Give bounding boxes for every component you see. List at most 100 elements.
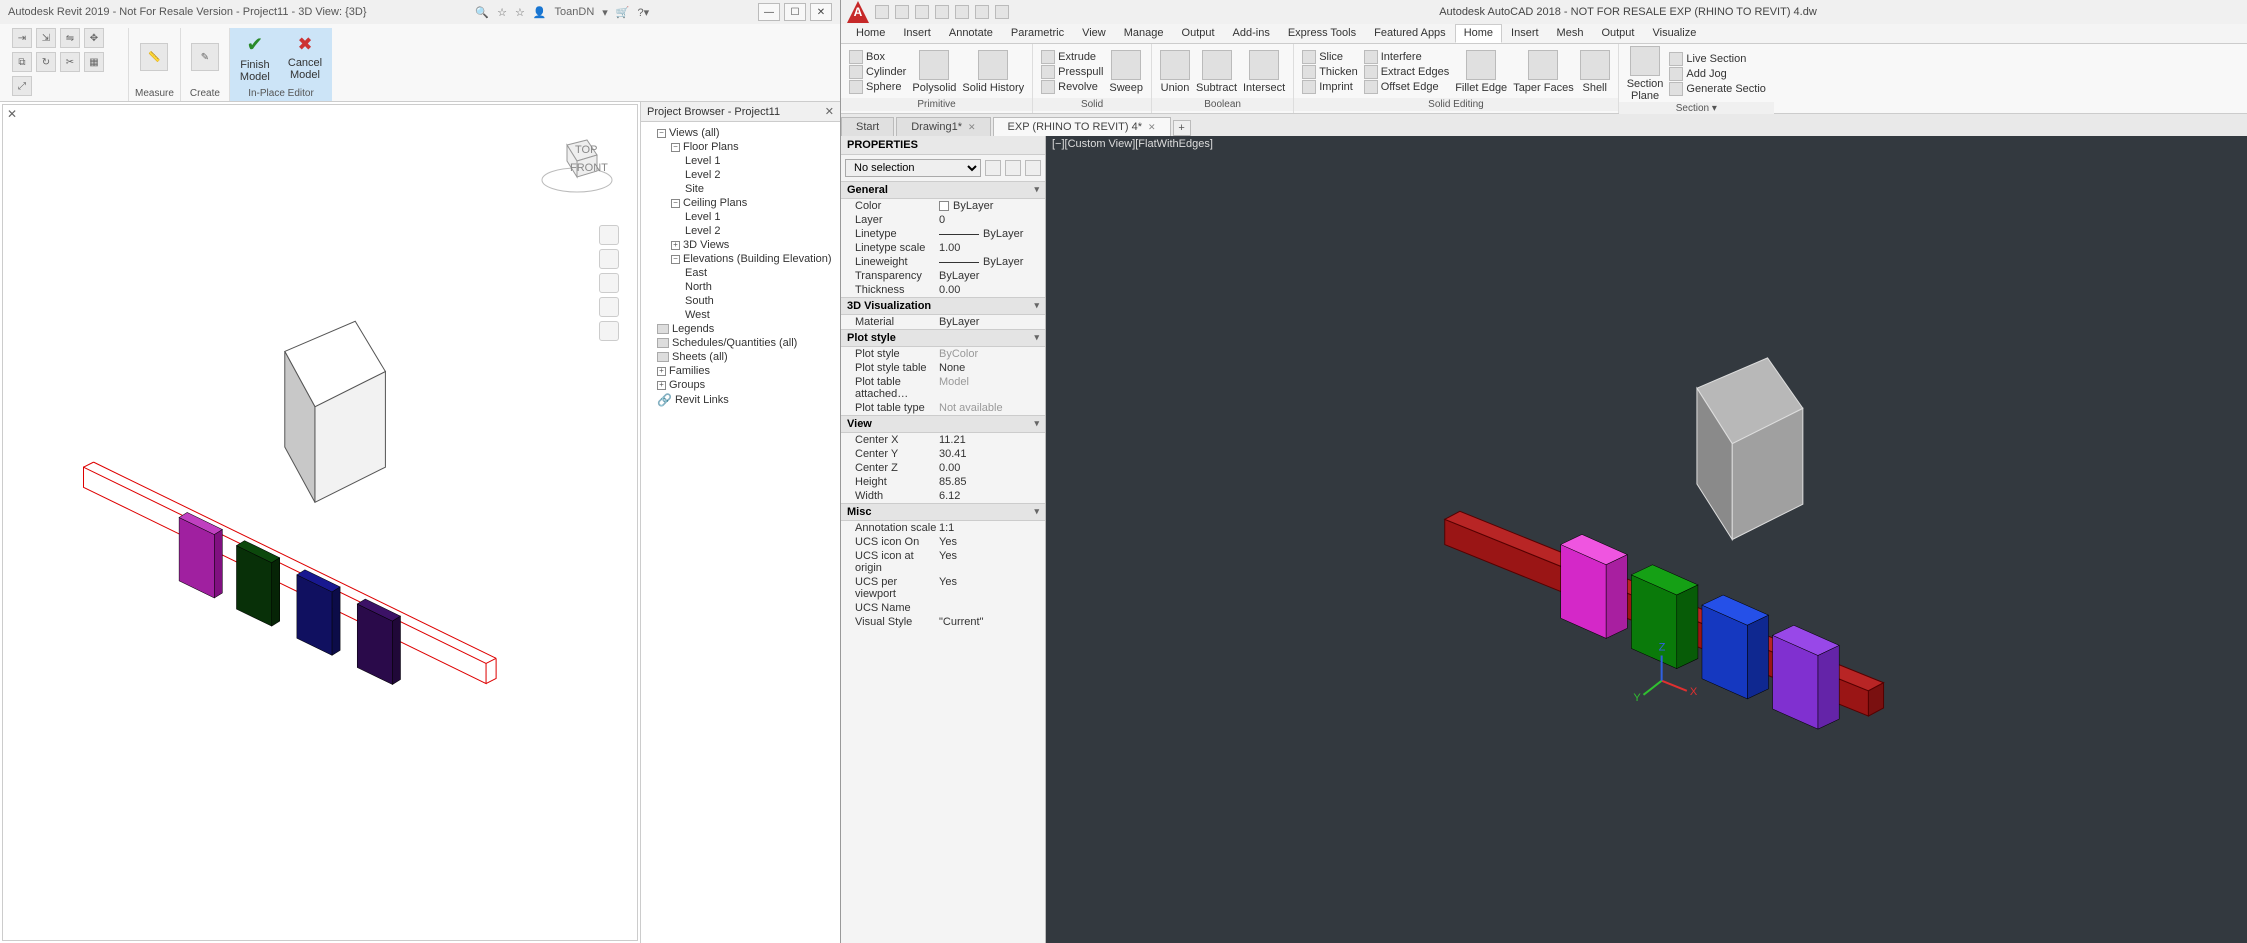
box-button[interactable]: Box: [849, 50, 906, 64]
autocad-viewport[interactable]: [−][Custom View][FlatWithEdges]: [1046, 136, 2247, 943]
align-icon[interactable]: ⇥: [12, 28, 32, 48]
imprint-button[interactable]: Imprint: [1302, 80, 1358, 94]
property-category[interactable]: View▾: [841, 415, 1045, 433]
property-row[interactable]: TransparencyByLayer: [841, 269, 1045, 283]
minimize-button[interactable]: —: [758, 3, 780, 21]
star-icon[interactable]: ☆: [515, 6, 525, 19]
nav-bar[interactable]: [599, 225, 619, 341]
ribbon-tab[interactable]: Insert: [894, 24, 940, 43]
property-row[interactable]: Center X11.21: [841, 433, 1045, 447]
slice-button[interactable]: Slice: [1302, 50, 1358, 64]
property-row[interactable]: Thickness0.00: [841, 283, 1045, 297]
property-row[interactable]: Center Y30.41: [841, 447, 1045, 461]
open-icon[interactable]: [895, 5, 909, 19]
extrude-button[interactable]: Extrude: [1041, 50, 1103, 64]
sectionplane-button[interactable]: Section Plane: [1627, 46, 1664, 102]
taperfaces-button[interactable]: Taper Faces: [1513, 50, 1574, 94]
rotate-icon[interactable]: ↻: [36, 52, 56, 72]
interfere-button[interactable]: Interfere: [1364, 50, 1449, 64]
cylinder-button[interactable]: Cylinder: [849, 65, 906, 79]
redo-icon[interactable]: [995, 5, 1009, 19]
autocad-logo[interactable]: A: [847, 1, 869, 23]
selectobjects-icon[interactable]: [1025, 160, 1041, 176]
livesection-button[interactable]: Live Section: [1669, 52, 1766, 66]
property-row[interactable]: Linetype scale1.00: [841, 241, 1045, 255]
user-icon[interactable]: 👤: [533, 6, 547, 19]
ribbon-tab[interactable]: Manage: [1115, 24, 1173, 43]
property-row[interactable]: Plot table attached…Model: [841, 375, 1045, 401]
ribbon-tab[interactable]: Featured Apps: [1365, 24, 1455, 43]
trim-icon[interactable]: ✂: [60, 52, 80, 72]
close-icon[interactable]: ✕: [968, 122, 976, 133]
tree-item[interactable]: West: [685, 308, 838, 322]
generatesection-button[interactable]: Generate Sectio: [1669, 82, 1766, 96]
property-row[interactable]: Layer0: [841, 213, 1045, 227]
add-tab-button[interactable]: +: [1173, 120, 1191, 136]
tree-item[interactable]: Level 1: [685, 210, 838, 224]
ribbon-tab[interactable]: Mesh: [1548, 24, 1593, 43]
ribbon-tab[interactable]: Home: [1455, 24, 1502, 43]
property-row[interactable]: Plot styleByColor: [841, 347, 1045, 361]
tree-item[interactable]: Level 2: [685, 168, 838, 182]
revolve-button[interactable]: Revolve: [1041, 80, 1103, 94]
expand-icon[interactable]: +: [657, 367, 666, 376]
revit-3d-viewport[interactable]: ✕: [2, 104, 638, 941]
maximize-button[interactable]: ☐: [784, 3, 806, 21]
presspull-button[interactable]: Presspull: [1041, 65, 1103, 79]
undo-icon[interactable]: [975, 5, 989, 19]
intersect-button[interactable]: Intersect: [1243, 50, 1285, 94]
ribbon-tab[interactable]: Output: [1592, 24, 1643, 43]
move-icon[interactable]: ✥: [84, 28, 104, 48]
tree-item[interactable]: Site: [685, 182, 838, 196]
filetab-start[interactable]: Start: [841, 117, 894, 136]
ribbon-tab[interactable]: Insert: [1502, 24, 1548, 43]
tree-item[interactable]: Level 2: [685, 224, 838, 238]
expand-icon[interactable]: +: [671, 241, 680, 250]
collapse-icon[interactable]: −: [671, 143, 680, 152]
search-icon[interactable]: 🔍: [475, 6, 489, 19]
property-row[interactable]: UCS Name: [841, 601, 1045, 615]
mirror-icon[interactable]: ⇋: [60, 28, 80, 48]
subtract-button[interactable]: Subtract: [1196, 50, 1237, 94]
pickadd-icon[interactable]: [1005, 160, 1021, 176]
selection-dropdown[interactable]: No selection: [845, 159, 981, 177]
array-icon[interactable]: ▦: [84, 52, 104, 72]
addjog-button[interactable]: Add Jog: [1669, 67, 1766, 81]
tree-item[interactable]: East: [685, 266, 838, 280]
property-row[interactable]: Plot table typeNot available: [841, 401, 1045, 415]
offsetedge-button[interactable]: Offset Edge: [1364, 80, 1449, 94]
property-category[interactable]: Misc▾: [841, 503, 1045, 521]
ribbon-tab[interactable]: Express Tools: [1279, 24, 1365, 43]
close-icon[interactable]: ✕: [825, 105, 834, 118]
filletedge-button[interactable]: Fillet Edge: [1455, 50, 1507, 94]
expand-icon[interactable]: +: [657, 381, 666, 390]
chevron-down-icon[interactable]: ▾: [602, 6, 608, 19]
scale-icon[interactable]: ⤢: [12, 76, 32, 96]
cart-icon[interactable]: 🛒: [616, 6, 630, 19]
property-row[interactable]: UCS per viewportYes: [841, 575, 1045, 601]
ribbon-tab[interactable]: Visualize: [1643, 24, 1705, 43]
finish-model-button[interactable]: ✔Finish Model: [236, 30, 274, 85]
sphere-button[interactable]: Sphere: [849, 80, 906, 94]
ribbon-tab[interactable]: Output: [1173, 24, 1224, 43]
collapse-icon[interactable]: −: [671, 199, 680, 208]
solidhistory-button[interactable]: Solid History: [962, 50, 1024, 94]
collapse-icon[interactable]: −: [657, 129, 666, 138]
property-row[interactable]: LineweightByLayer: [841, 255, 1045, 269]
close-button[interactable]: ✕: [810, 3, 832, 21]
shell-button[interactable]: Shell: [1580, 50, 1610, 94]
property-category[interactable]: 3D Visualization▾: [841, 297, 1045, 315]
property-category[interactable]: General▾: [841, 181, 1045, 199]
ribbon-tab[interactable]: View: [1073, 24, 1115, 43]
property-row[interactable]: Center Z0.00: [841, 461, 1045, 475]
property-row[interactable]: ColorByLayer: [841, 199, 1045, 213]
property-row[interactable]: LinetypeByLayer: [841, 227, 1045, 241]
copy-icon[interactable]: ⧉: [12, 52, 32, 72]
measure-button[interactable]: 📏: [136, 41, 172, 73]
union-button[interactable]: Union: [1160, 50, 1190, 94]
cancel-model-button[interactable]: ✖Cancel Model: [284, 32, 326, 83]
viewport-label[interactable]: [−][Custom View][FlatWithEdges]: [1052, 138, 1213, 150]
filetab-active[interactable]: EXP (RHINO TO REVIT) 4*✕: [993, 117, 1171, 136]
ribbon-tab[interactable]: Annotate: [940, 24, 1002, 43]
create-button[interactable]: ✎: [187, 41, 223, 73]
